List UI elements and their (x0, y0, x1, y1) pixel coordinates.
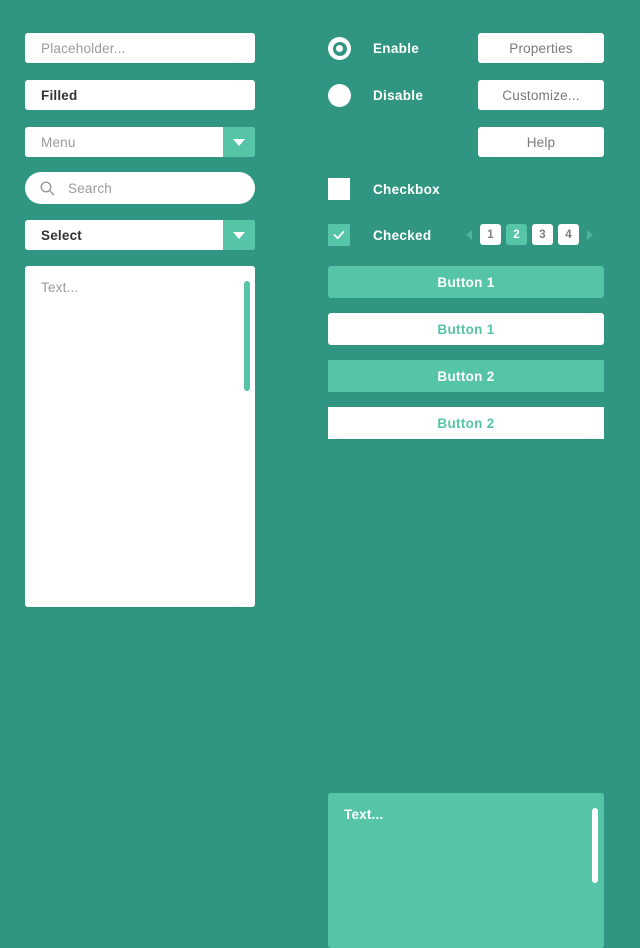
wide-button-2-outline-label: Button 2 (437, 415, 495, 431)
pagination: 1 2 3 4 (463, 224, 596, 245)
page-button-1[interactable]: 1 (480, 224, 501, 245)
checkbox-checked-label: Checked (373, 228, 432, 243)
page-button-4[interactable]: 4 (558, 224, 579, 245)
filled-input[interactable]: Filled (25, 80, 255, 110)
search-input-placeholder: Search (68, 180, 112, 196)
wide-button-1-filled[interactable]: Button 1 (328, 266, 604, 298)
radio-disable[interactable] (328, 84, 351, 107)
chevron-right-icon[interactable] (584, 224, 596, 245)
wide-button-1-outline[interactable]: Button 1 (328, 313, 604, 345)
select-dropdown-value: Select (41, 227, 82, 243)
check-icon (333, 230, 345, 240)
filled-input-value: Filled (41, 87, 78, 103)
caret-down-icon[interactable] (223, 220, 255, 250)
text-area-white[interactable]: Text... (25, 266, 255, 607)
radio-enable-label: Enable (373, 41, 420, 56)
help-button-label: Help (526, 134, 556, 150)
radio-enable[interactable] (328, 37, 351, 60)
text-area-white-placeholder: Text... (41, 280, 79, 295)
radio-enable-indicator (332, 41, 347, 56)
wide-button-2-outline[interactable]: Button 2 (328, 407, 604, 439)
page-button-3[interactable]: 3 (532, 224, 553, 245)
text-area-teal[interactable]: Text... (328, 793, 604, 948)
checkbox-unchecked[interactable] (328, 178, 350, 200)
customize-button-label: Customize... (502, 87, 580, 103)
caret-down-icon[interactable] (223, 127, 255, 157)
scrollbar-thumb[interactable] (244, 281, 250, 391)
wide-button-2-filled[interactable]: Button 2 (328, 360, 604, 392)
help-button[interactable]: Help (478, 127, 604, 157)
menu-dropdown-placeholder: Menu (41, 134, 76, 150)
page-button-2[interactable]: 2 (506, 224, 527, 245)
text-area-teal-placeholder: Text... (344, 807, 384, 822)
placeholder-input[interactable]: Placeholder... (25, 33, 255, 63)
menu-dropdown[interactable]: Menu (25, 127, 255, 157)
checkbox-checked[interactable] (328, 224, 350, 246)
search-input[interactable]: Search (25, 172, 255, 204)
scrollbar-thumb[interactable] (592, 808, 598, 883)
wide-button-1-filled-label: Button 1 (437, 274, 495, 290)
wide-button-2-filled-label: Button 2 (437, 368, 495, 384)
ui-kit-canvas: Placeholder... Filled Menu Search Select… (0, 0, 640, 948)
customize-button[interactable]: Customize... (478, 80, 604, 110)
properties-button[interactable]: Properties (478, 33, 604, 63)
checkbox-unchecked-label: Checkbox (373, 182, 440, 197)
select-dropdown[interactable]: Select (25, 220, 255, 250)
radio-disable-label: Disable (373, 88, 424, 103)
wide-button-1-outline-label: Button 1 (437, 321, 495, 337)
properties-button-label: Properties (509, 40, 573, 56)
chevron-left-icon[interactable] (463, 224, 475, 245)
placeholder-input-placeholder: Placeholder... (41, 40, 126, 56)
search-icon (40, 180, 55, 196)
